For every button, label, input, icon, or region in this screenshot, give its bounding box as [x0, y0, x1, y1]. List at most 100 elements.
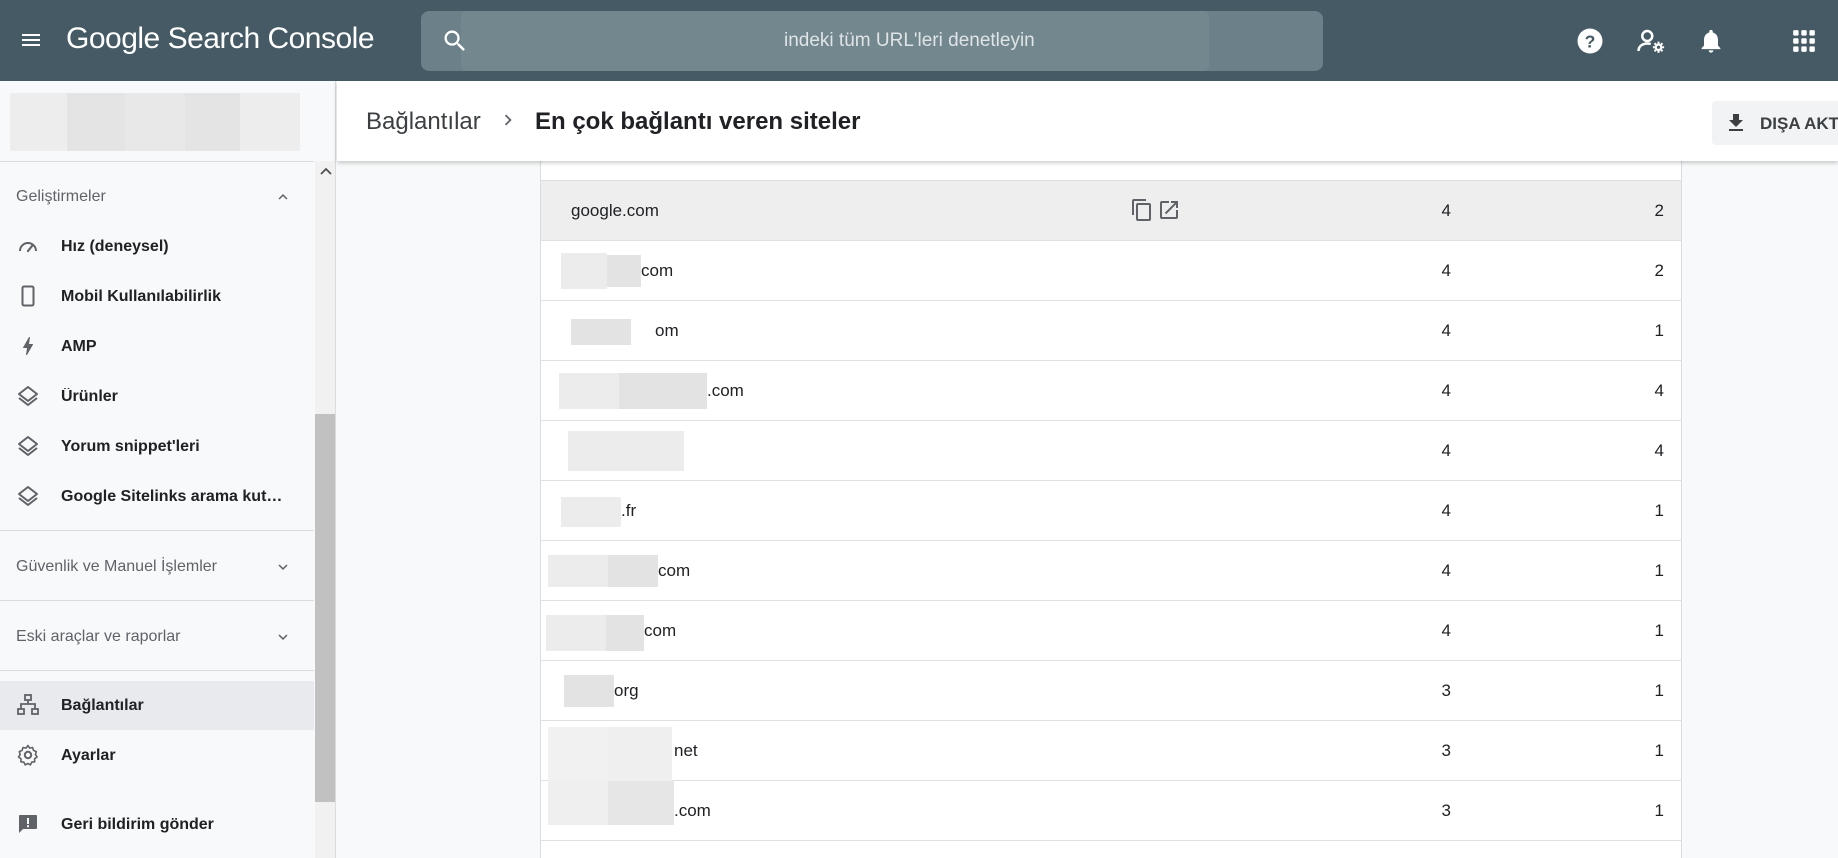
sidebar-divider	[0, 670, 314, 671]
target-pages-count: 2	[1654, 261, 1664, 280]
search-placeholder: indeki tüm URL'leri denetleyin	[784, 30, 1035, 51]
table-row-partial	[541, 160, 1681, 181]
redacted-domain	[608, 781, 674, 825]
site-domain[interactable]: .com	[674, 801, 711, 821]
sidebar-item-label: Hız (deneysel)	[61, 237, 169, 255]
target-pages-count: 1	[1654, 321, 1664, 340]
table-row[interactable]: com 4 1	[541, 601, 1681, 661]
target-pages-count: 2	[1654, 201, 1664, 220]
sidebar-item-label: Google Sitelinks arama kutu…	[61, 487, 289, 505]
redacted-domain	[564, 675, 614, 707]
redacted-domain	[608, 727, 672, 781]
sitemap-icon	[16, 693, 40, 717]
section-security[interactable]: Güvenlik ve Manuel İşlemler	[16, 558, 217, 576]
section-enhancements[interactable]: Geliştirmeler	[16, 188, 106, 206]
url-inspection-search[interactable]: indeki tüm URL'leri denetleyin	[421, 11, 1323, 71]
export-button[interactable]: DIŞA AKT	[1712, 101, 1838, 145]
site-domain[interactable]: om	[655, 321, 679, 341]
table-row[interactable]: com 4 2	[541, 241, 1681, 301]
table-row[interactable]: .fr 4 1	[541, 481, 1681, 541]
sidebar-item-label: Mobil Kullanılabilirlik	[61, 287, 222, 305]
sidebar-item-speed[interactable]: Hız (deneysel)	[0, 222, 314, 271]
copy-icon[interactable]	[1130, 198, 1154, 222]
target-pages-count: 1	[1654, 741, 1664, 760]
sidebar-divider	[0, 600, 314, 601]
table-row[interactable]: om 4 1	[541, 301, 1681, 361]
target-pages-count: 1	[1654, 621, 1664, 640]
site-domain[interactable]: .fr	[621, 501, 636, 521]
breadcrumb-links[interactable]: Bağlantılar	[366, 108, 481, 136]
linking-pages-count: 4	[1441, 501, 1451, 520]
app-logo[interactable]: Google Search Console	[66, 22, 375, 56]
linking-pages-count: 4	[1441, 201, 1451, 220]
page-title: En çok bağlantı veren siteler	[535, 108, 861, 135]
layers-icon	[16, 484, 40, 508]
section-legacy[interactable]: Eski araçlar ve raporlar	[16, 628, 181, 646]
redacted-domain	[559, 373, 619, 409]
linking-pages-count: 3	[1441, 681, 1451, 700]
manage-accounts-icon[interactable]	[1634, 24, 1668, 58]
chevron-up-icon[interactable]	[274, 188, 292, 206]
scroll-up-arrow-icon[interactable]	[318, 165, 334, 177]
sidebar-item-review-snippets[interactable]: Yorum snippet'leri	[0, 422, 314, 471]
redacted-domain	[546, 615, 606, 651]
target-pages-count: 4	[1654, 381, 1664, 400]
table-row[interactable]: .com 3 1	[541, 781, 1681, 841]
site-domain[interactable]: org	[614, 681, 639, 701]
target-pages-count: 1	[1654, 681, 1664, 700]
svg-text:?: ?	[1585, 31, 1596, 51]
site-domain[interactable]: .com	[707, 381, 744, 401]
site-domain[interactable]: net	[674, 741, 698, 761]
apps-icon[interactable]	[1787, 24, 1821, 58]
site-domain[interactable]: com	[644, 621, 676, 641]
sidebar-scrollbar-thumb[interactable]	[315, 414, 335, 802]
sidebar-item-label: Geri bildirim gönder	[61, 815, 214, 833]
help-icon[interactable]: ?	[1573, 24, 1607, 58]
table-row[interactable]: org 3 1	[541, 661, 1681, 721]
sidebar-item-label: Yorum snippet'leri	[61, 437, 200, 455]
sidebar-item-mobile-usability[interactable]: Mobil Kullanılabilirlik	[0, 272, 314, 321]
table-row[interactable]: .com 4 4	[541, 361, 1681, 421]
table-row[interactable]: 4 4	[541, 421, 1681, 481]
notifications-icon[interactable]	[1694, 24, 1728, 58]
chevron-down-icon[interactable]	[274, 558, 292, 576]
sidebar-item-label: Ayarlar	[61, 746, 116, 764]
table-row[interactable]: net 3 1	[541, 721, 1681, 781]
target-pages-count: 1	[1654, 501, 1664, 520]
table-row[interactable]: com 4 1	[541, 541, 1681, 601]
gear-icon	[16, 743, 40, 767]
chevron-down-icon[interactable]	[274, 628, 292, 646]
sidebar-item-settings[interactable]: Ayarlar	[0, 731, 314, 780]
linking-pages-count: 3	[1441, 741, 1451, 760]
page-header: Bağlantılar En çok bağlantı veren sitele…	[337, 81, 1838, 161]
redacted-domain	[548, 555, 608, 587]
redacted-domain	[548, 727, 608, 781]
site-domain[interactable]: com	[641, 261, 673, 281]
sidebar-item-links[interactable]: Bağlantılar	[0, 681, 314, 730]
linking-pages-count: 4	[1441, 441, 1451, 460]
target-pages-count: 1	[1654, 801, 1664, 820]
sidebar: Geliştirmeler Hız (deneysel) Mobil Kulla…	[0, 81, 336, 858]
redacted-domain	[568, 431, 684, 471]
redacted-domain	[619, 373, 707, 409]
site-domain[interactable]: com	[658, 561, 690, 581]
linking-pages-count: 3	[1441, 801, 1451, 820]
open-in-new-icon[interactable]	[1157, 198, 1181, 222]
redacted-domain	[608, 555, 658, 587]
redacted-domain	[561, 253, 607, 289]
property-selector[interactable]	[10, 93, 300, 151]
sidebar-item-sitelinks-searchbox[interactable]: Google Sitelinks arama kutu…	[0, 472, 314, 521]
bolt-icon	[16, 334, 40, 358]
linking-pages-count: 4	[1441, 321, 1451, 340]
sidebar-item-products[interactable]: Ürünler	[0, 372, 314, 421]
top-app-bar: Google Search Console indeki tüm URL'ler…	[0, 0, 1838, 81]
site-domain[interactable]: google.com	[571, 201, 659, 221]
sidebar-item-label: Ürünler	[61, 387, 118, 405]
search-icon[interactable]	[441, 27, 469, 55]
sidebar-item-feedback[interactable]: Geri bildirim gönder	[0, 800, 314, 849]
linking-pages-count: 4	[1441, 621, 1451, 640]
redacted-domain	[561, 497, 621, 527]
menu-icon[interactable]	[12, 18, 50, 62]
table-row[interactable]: google.com 4 2	[541, 181, 1681, 241]
sidebar-item-amp[interactable]: AMP	[0, 322, 314, 371]
